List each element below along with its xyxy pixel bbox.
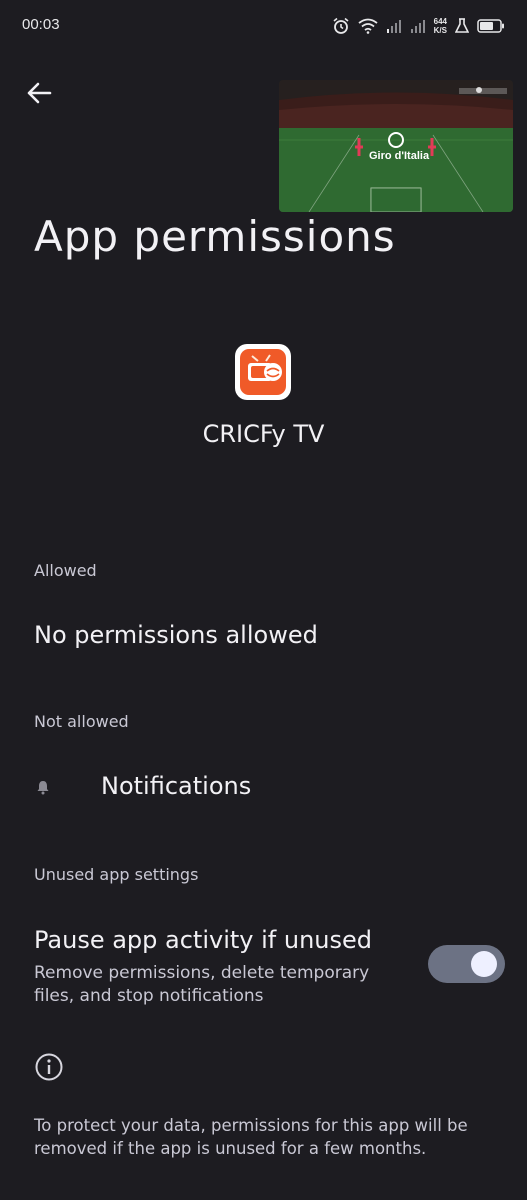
back-button[interactable]: [20, 74, 58, 112]
pause-activity-toggle[interactable]: [428, 945, 505, 983]
status-icons: 644 K/S: [332, 12, 505, 40]
page-title: App permissions: [34, 212, 396, 261]
signal-icon: [386, 20, 401, 33]
toggle-knob: [471, 951, 497, 977]
not-allowed-section-label: Not allowed: [34, 712, 129, 731]
status-time: 00:03: [22, 16, 60, 33]
privacy-footer-text: To protect your data, permissions for th…: [34, 1116, 468, 1158]
pip-video-window[interactable]: Giro d'Italia: [279, 80, 513, 212]
signal-icon-2: [410, 20, 425, 33]
stadium-scene: [279, 80, 513, 212]
tv-logo-icon: [240, 349, 286, 395]
pause-activity-title: Pause app activity if unused: [34, 926, 372, 954]
net-speed: 644 K/S: [434, 17, 447, 35]
net-speed-unit: K/S: [433, 26, 447, 35]
net-speed-value: 644: [433, 17, 447, 26]
pip-overlay-text: Giro d'Italia: [369, 150, 430, 162]
app-name: CRICFy TV: [202, 420, 325, 448]
flask-icon: [455, 18, 469, 33]
notifications-label: Notifications: [101, 772, 252, 800]
bell-icon: [37, 781, 49, 795]
alarm-icon: [333, 17, 349, 34]
allowed-section-label: Allowed: [34, 561, 97, 580]
pause-activity-description: Remove permissions, delete temporary fil…: [34, 963, 370, 1006]
battery-icon: [477, 19, 504, 33]
no-permissions-allowed: No permissions allowed: [34, 621, 318, 649]
unused-app-settings-label: Unused app settings: [34, 865, 199, 884]
info-icon: [34, 1052, 64, 1086]
app-icon: [235, 344, 291, 400]
wifi-icon: [358, 18, 378, 34]
notifications-permission-row[interactable]: Notifications: [0, 760, 527, 820]
back-arrow-icon: [27, 82, 52, 104]
